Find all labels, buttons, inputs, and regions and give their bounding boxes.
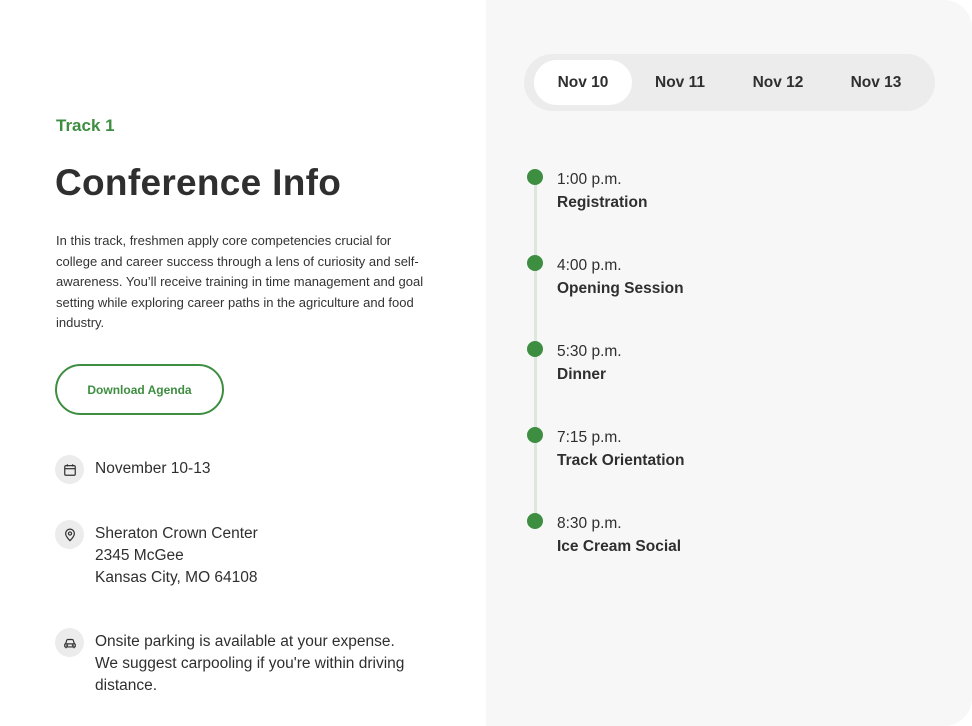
timeline-dot bbox=[527, 255, 543, 271]
tab-nov-12[interactable]: Nov 12 bbox=[729, 60, 827, 105]
venue-info: Sheraton Crown Center 2345 McGee Kansas … bbox=[55, 520, 258, 589]
event-time: 5:30 p.m. bbox=[557, 343, 622, 360]
parking-line-2: We suggest carpooling if you're within d… bbox=[95, 655, 405, 672]
parking-line-3: distance. bbox=[95, 677, 158, 694]
page-title: Conference Info bbox=[55, 162, 342, 203]
tab-nov-13[interactable]: Nov 13 bbox=[827, 60, 925, 105]
event-name: Opening Session bbox=[557, 280, 684, 297]
day-tabs: Nov 10 Nov 11 Nov 12 Nov 13 bbox=[524, 54, 935, 111]
event-name: Track Orientation bbox=[557, 452, 685, 469]
download-agenda-button[interactable]: Download Agenda bbox=[55, 364, 224, 415]
car-icon bbox=[55, 628, 84, 657]
event-time: 4:00 p.m. bbox=[557, 257, 622, 274]
event-time: 7:15 p.m. bbox=[557, 429, 622, 446]
event-name: Registration bbox=[557, 194, 648, 211]
venue-city: Kansas City, MO 64108 bbox=[95, 569, 258, 586]
timeline-dot bbox=[527, 169, 543, 185]
event-name: Dinner bbox=[557, 366, 607, 383]
timeline-dot bbox=[527, 427, 543, 443]
tab-nov-11[interactable]: Nov 11 bbox=[631, 60, 729, 105]
track-label: Track 1 bbox=[56, 116, 115, 135]
timeline-dot bbox=[527, 341, 543, 357]
parking-info: Onsite parking is available at your expe… bbox=[55, 628, 404, 697]
timeline-dot bbox=[527, 513, 543, 529]
venue-name: Sheraton Crown Center bbox=[95, 525, 258, 542]
date-info: November 10-13 bbox=[55, 455, 210, 484]
tab-nov-10[interactable]: Nov 10 bbox=[534, 60, 632, 105]
calendar-icon bbox=[55, 455, 84, 484]
track-description: In this track, freshmen apply core compe… bbox=[56, 233, 424, 330]
location-pin-icon bbox=[55, 520, 84, 549]
conference-info-panel: Track 1 Conference Info In this track, f… bbox=[0, 0, 486, 726]
parking-line-1: Onsite parking is available at your expe… bbox=[95, 633, 395, 650]
event-name: Ice Cream Social bbox=[557, 538, 682, 555]
event-time: 1:00 p.m. bbox=[557, 171, 622, 188]
date-text: November 10-13 bbox=[95, 460, 211, 477]
venue-street: 2345 McGee bbox=[95, 547, 184, 564]
event-time: 8:30 p.m. bbox=[557, 515, 622, 532]
conference-page: Track 1 Conference Info In this track, f… bbox=[0, 0, 972, 726]
